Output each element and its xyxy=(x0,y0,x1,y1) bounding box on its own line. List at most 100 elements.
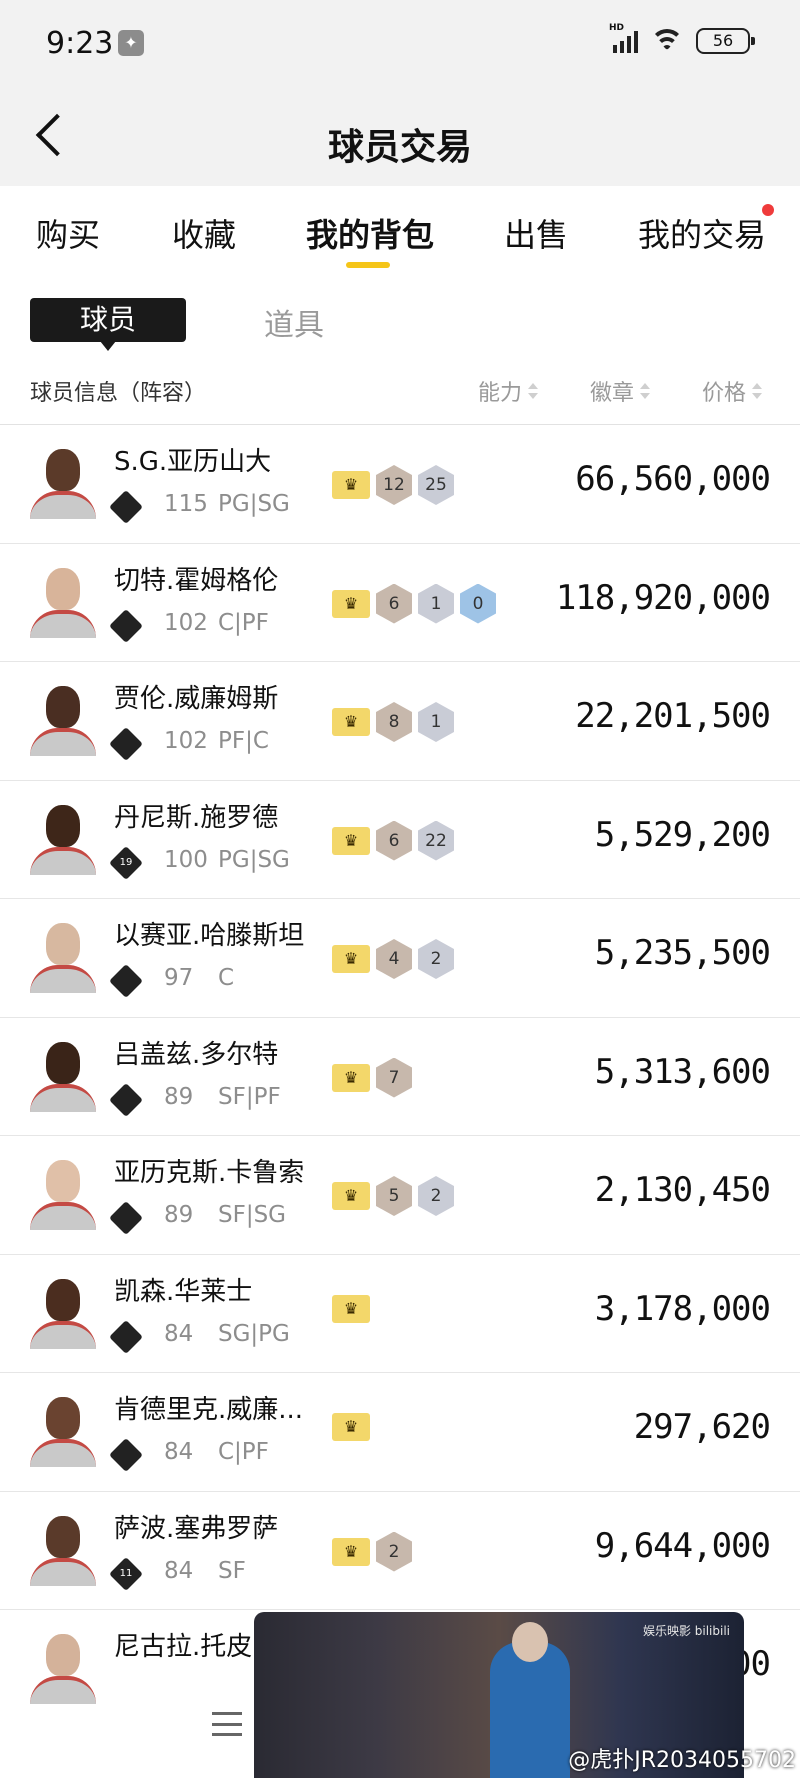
avatar-jersey xyxy=(30,1320,96,1349)
avatar-jersey xyxy=(30,1676,96,1704)
column-price[interactable]: 价格 xyxy=(702,375,763,407)
player-name: 贾伦.威廉姆斯 xyxy=(114,684,279,714)
sort-icon xyxy=(528,383,539,399)
player-row[interactable]: S.G.亚历山大 115 PG|SG ♛ 12 25 66,560,000 xyxy=(0,425,800,544)
tier-icon: 19 xyxy=(109,845,143,880)
avatar-head xyxy=(46,1397,80,1439)
avatar-head xyxy=(46,1515,80,1558)
badge-hexagon: 8 xyxy=(376,702,412,742)
tier-icon xyxy=(109,964,143,998)
badges: ♛ 6 22 xyxy=(332,820,454,861)
player-rating: 89 xyxy=(164,1202,194,1228)
player-rating: 97 xyxy=(164,965,194,991)
tier-icon xyxy=(109,608,143,643)
avatar-jersey xyxy=(30,609,96,638)
badges: ♛ xyxy=(332,1294,370,1323)
player-row[interactable]: 吕盖兹.多尔特 89 SF|PF ♛ 7 5,313,600 xyxy=(0,1018,800,1136)
player-row[interactable]: 切特.霍姆格伦 102 C|PF ♛ 6 1 0 118,920,000 xyxy=(0,544,800,662)
avatar-jersey xyxy=(30,1557,96,1586)
watermark: @虎扑JR2034055702 xyxy=(568,1748,796,1773)
status-time: 9:23 xyxy=(46,26,114,61)
avatar-jersey xyxy=(30,965,96,993)
tab-buy[interactable]: 购买 xyxy=(36,210,100,256)
tab-my-trades[interactable]: 我的交易 xyxy=(638,210,766,256)
battery-icon: 56 xyxy=(696,28,755,54)
player-price: 118,920,000 xyxy=(555,577,771,618)
player-position: PF|C xyxy=(218,728,269,754)
crown-icon: ♛ xyxy=(332,945,370,973)
column-badge[interactable]: 徽章 xyxy=(590,375,651,407)
player-price: 2,130,450 xyxy=(594,1170,771,1210)
player-name: 尼古拉.托皮 xyxy=(114,1632,253,1662)
tab-favorites[interactable]: 收藏 xyxy=(172,210,236,256)
sort-icon xyxy=(752,383,763,399)
player-row[interactable]: 贾伦.威廉姆斯 102 PF|C ♛ 8 1 22,201,500 xyxy=(0,662,800,781)
badges: ♛ 8 1 xyxy=(332,702,454,742)
page-title: 球员交易 xyxy=(327,127,472,168)
column-header: 球员信息（阵容） 能力 徽章 价格 xyxy=(0,365,800,425)
player-rating: 102 xyxy=(164,609,208,636)
badge-hexagon: 2 xyxy=(418,939,454,979)
avatar xyxy=(30,1632,96,1704)
player-rating: 100 xyxy=(164,846,208,873)
player-rating: 84 xyxy=(164,1439,194,1465)
player-name: 凯森.华莱士 xyxy=(114,1276,253,1307)
avatar-jersey xyxy=(30,846,96,875)
player-row[interactable]: 亚历克斯.卡鲁索 89 SF|SG ♛ 5 2 2,130,450 xyxy=(0,1136,800,1255)
avatar xyxy=(30,921,96,993)
player-price: 297,620 xyxy=(633,1407,771,1447)
avatar-head xyxy=(46,449,80,491)
badge-hexagon: 0 xyxy=(460,583,496,624)
wrench-icon: ✦ xyxy=(118,30,144,56)
status-icons: HD 56 xyxy=(609,23,755,54)
player-rating: 89 xyxy=(164,1083,194,1110)
player-name: 萨波.塞弗罗萨 xyxy=(114,1513,279,1544)
player-price: 5,235,500 xyxy=(594,933,771,973)
player-position: PG|SG xyxy=(218,491,290,517)
subtab-players[interactable]: 球员 xyxy=(30,298,186,351)
avatar-head xyxy=(46,1278,80,1321)
tab-sell[interactable]: 出售 xyxy=(504,210,568,256)
badge-hexagon: 2 xyxy=(418,1176,454,1216)
player-name: 吕盖兹.多尔特 xyxy=(114,1039,279,1070)
badges: ♛ xyxy=(332,1413,370,1441)
badges: ♛ 7 xyxy=(332,1057,412,1098)
sort-icon xyxy=(640,383,651,399)
player-position: SF|PF xyxy=(218,1083,281,1110)
badge-hexagon: 22 xyxy=(418,820,454,861)
tier-icon xyxy=(109,727,143,761)
player-row[interactable]: 以赛亚.哈滕斯坦 97 C ♛ 4 2 5,235,500 xyxy=(0,899,800,1018)
avatar xyxy=(30,566,96,638)
badges: ♛ 2 xyxy=(332,1531,412,1572)
main-tabs: 购买 收藏 我的背包 出售 我的交易 xyxy=(0,186,800,282)
avatar xyxy=(30,1040,96,1112)
avatar-jersey xyxy=(30,728,96,756)
player-row[interactable]: 肯德里克.威廉... 84 C|PF ♛ 297,620 xyxy=(0,1373,800,1492)
menu-icon[interactable] xyxy=(212,1712,242,1736)
avatar xyxy=(30,684,96,756)
player-row[interactable]: 丹尼斯.施罗德 19 100 PG|SG ♛ 6 22 5,529,200 xyxy=(0,781,800,899)
avatar xyxy=(30,1277,96,1349)
tier-label: 19 xyxy=(119,856,133,868)
player-price: 66,560,000 xyxy=(575,459,771,499)
column-ability[interactable]: 能力 xyxy=(478,375,539,407)
player-name: 肯德里克.威廉... xyxy=(114,1395,304,1425)
player-row[interactable]: 凯森.华莱士 84 SG|PG ♛ 3,178,000 xyxy=(0,1255,800,1373)
tab-my-backpack[interactable]: 我的背包 xyxy=(306,210,434,256)
subtab-items[interactable]: 道具 xyxy=(264,300,324,344)
video-logo: 娱乐映影 bilibili xyxy=(642,1624,730,1638)
tier-icon xyxy=(109,1201,143,1235)
avatar-jersey xyxy=(30,1439,96,1467)
avatar xyxy=(30,447,96,519)
player-row[interactable]: 萨波.塞弗罗萨 11 84 SF ♛ 2 9,644,000 xyxy=(0,1492,800,1610)
player-name: 亚历克斯.卡鲁索 xyxy=(114,1158,305,1188)
player-price: 22,201,500 xyxy=(575,696,771,736)
player-position: C|PF xyxy=(218,609,269,636)
hd-label: HD xyxy=(609,23,625,33)
player-position: PG|SG xyxy=(218,846,290,873)
badge-hexagon: 25 xyxy=(418,465,454,505)
badge-hexagon: 6 xyxy=(376,820,412,861)
avatar-head xyxy=(46,1634,80,1676)
avatar xyxy=(30,1158,96,1230)
avatar xyxy=(30,1514,96,1586)
